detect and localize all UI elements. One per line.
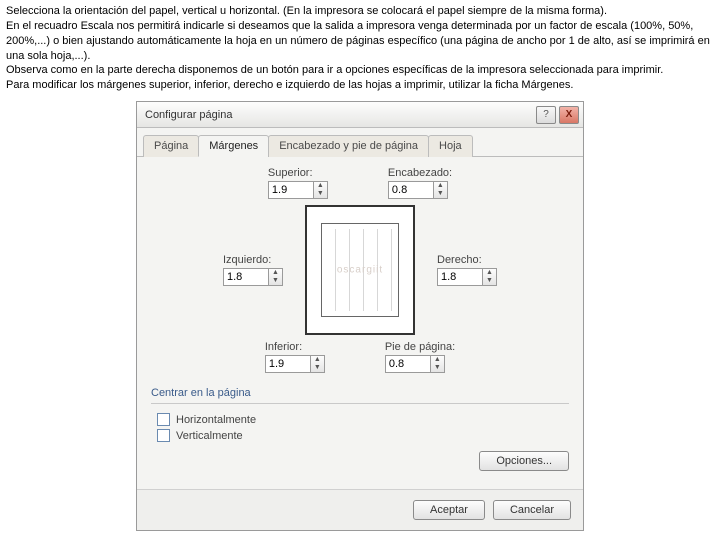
label-inferior: Inferior:	[265, 341, 302, 353]
stepper-pie[interactable]: ▲▼	[431, 355, 445, 373]
field-pie: Pie de página: ▲▼	[385, 341, 455, 373]
tab-bar: Página Márgenes Encabezado y pie de pági…	[137, 128, 583, 157]
intro-p1: Selecciona la orientación del papel, ver…	[6, 4, 714, 19]
input-pie[interactable]	[385, 355, 431, 373]
chevron-down-icon: ▼	[434, 190, 447, 198]
help-button[interactable]: ?	[536, 106, 556, 124]
chevron-down-icon: ▼	[483, 277, 496, 285]
chevron-up-icon: ▲	[311, 356, 324, 364]
tab-margenes[interactable]: Márgenes	[198, 135, 269, 157]
label-encabezado: Encabezado:	[388, 167, 452, 179]
stepper-encabezado[interactable]: ▲▼	[434, 181, 448, 199]
label-pie: Pie de página:	[385, 341, 455, 353]
field-izquierdo: Izquierdo: ▲▼	[223, 254, 283, 286]
help-icon: ?	[543, 109, 549, 120]
input-derecho[interactable]	[437, 268, 483, 286]
preview-watermark: oscargiit	[307, 265, 413, 276]
group-centrar: Centrar en la página Horizontalmente Ver…	[151, 387, 569, 442]
input-izquierdo[interactable]	[223, 268, 269, 286]
intro-p4: Para modificar los márgenes superior, in…	[6, 78, 714, 93]
checkbox-label-horizontal: Horizontalmente	[176, 414, 256, 426]
page-preview: oscargiit	[305, 205, 415, 335]
input-encabezado[interactable]	[388, 181, 434, 199]
tab-body-margenes: Superior: ▲▼ Encabezado: ▲▼ Izquier	[137, 157, 583, 489]
group-title-centrar: Centrar en la página	[151, 387, 569, 399]
dialog-title: Configurar página	[145, 109, 232, 121]
label-izquierdo: Izquierdo:	[223, 254, 271, 266]
field-derecho: Derecho: ▲▼	[437, 254, 497, 286]
close-icon: X	[566, 109, 573, 120]
stepper-superior[interactable]: ▲▼	[314, 181, 328, 199]
checkbox-vertical[interactable]: Verticalmente	[157, 429, 569, 442]
field-superior: Superior: ▲▼	[268, 167, 328, 199]
tab-pagina[interactable]: Página	[143, 135, 199, 157]
chevron-up-icon: ▲	[483, 269, 496, 277]
checkbox-label-vertical: Verticalmente	[176, 430, 243, 442]
label-derecho: Derecho:	[437, 254, 482, 266]
input-inferior[interactable]	[265, 355, 311, 373]
checkbox-icon	[157, 413, 170, 426]
options-button[interactable]: Opciones...	[479, 451, 569, 471]
checkbox-horizontal[interactable]: Horizontalmente	[157, 413, 569, 426]
intro-p3: Observa como en la parte derecha dispone…	[6, 63, 714, 78]
stepper-inferior[interactable]: ▲▼	[311, 355, 325, 373]
chevron-down-icon: ▼	[311, 364, 324, 372]
tab-encabezado[interactable]: Encabezado y pie de página	[268, 135, 429, 157]
label-superior: Superior:	[268, 167, 313, 179]
page-setup-dialog: Configurar página ? X Página Márgenes En…	[136, 101, 584, 531]
close-button[interactable]: X	[559, 106, 579, 124]
stepper-izquierdo[interactable]: ▲▼	[269, 268, 283, 286]
titlebar: Configurar página ? X	[137, 102, 583, 128]
chevron-down-icon: ▼	[314, 190, 327, 198]
chevron-up-icon: ▲	[269, 269, 282, 277]
input-superior[interactable]	[268, 181, 314, 199]
dialog-footer: Aceptar Cancelar	[137, 489, 583, 530]
chevron-up-icon: ▲	[431, 356, 444, 364]
cancel-button[interactable]: Cancelar	[493, 500, 571, 520]
intro-text: Selecciona la orientación del papel, ver…	[0, 0, 720, 101]
field-inferior: Inferior: ▲▼	[265, 341, 325, 373]
checkbox-icon	[157, 429, 170, 442]
chevron-up-icon: ▲	[434, 182, 447, 190]
chevron-down-icon: ▼	[431, 364, 444, 372]
accept-button[interactable]: Aceptar	[413, 500, 485, 520]
tab-hoja[interactable]: Hoja	[428, 135, 473, 157]
chevron-up-icon: ▲	[314, 182, 327, 190]
stepper-derecho[interactable]: ▲▼	[483, 268, 497, 286]
field-encabezado: Encabezado: ▲▼	[388, 167, 452, 199]
intro-p2: En el recuadro Escala nos permitirá indi…	[6, 19, 714, 64]
chevron-down-icon: ▼	[269, 277, 282, 285]
